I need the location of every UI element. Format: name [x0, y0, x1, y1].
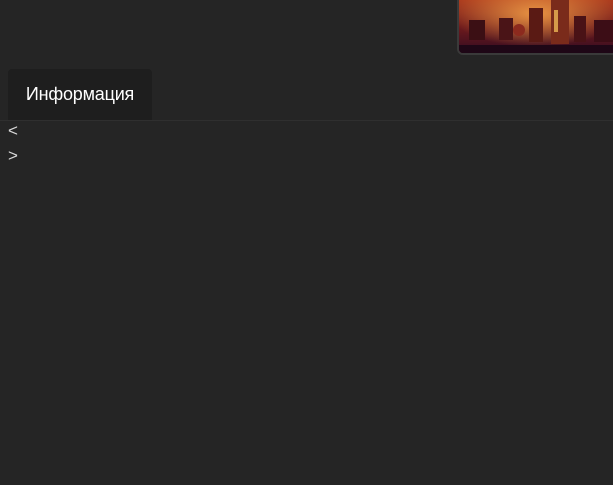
next-arrow-button[interactable]: >	[8, 147, 18, 165]
previous-arrow-button[interactable]: <	[8, 122, 18, 140]
cover-art	[459, 0, 613, 53]
tab-bar: Информация	[0, 69, 613, 121]
tab-information-label: Информация	[25, 84, 135, 104]
tab-information[interactable]: Информация	[8, 69, 152, 120]
page: Информация < >	[0, 0, 613, 485]
game-cover-image[interactable]	[457, 0, 613, 55]
